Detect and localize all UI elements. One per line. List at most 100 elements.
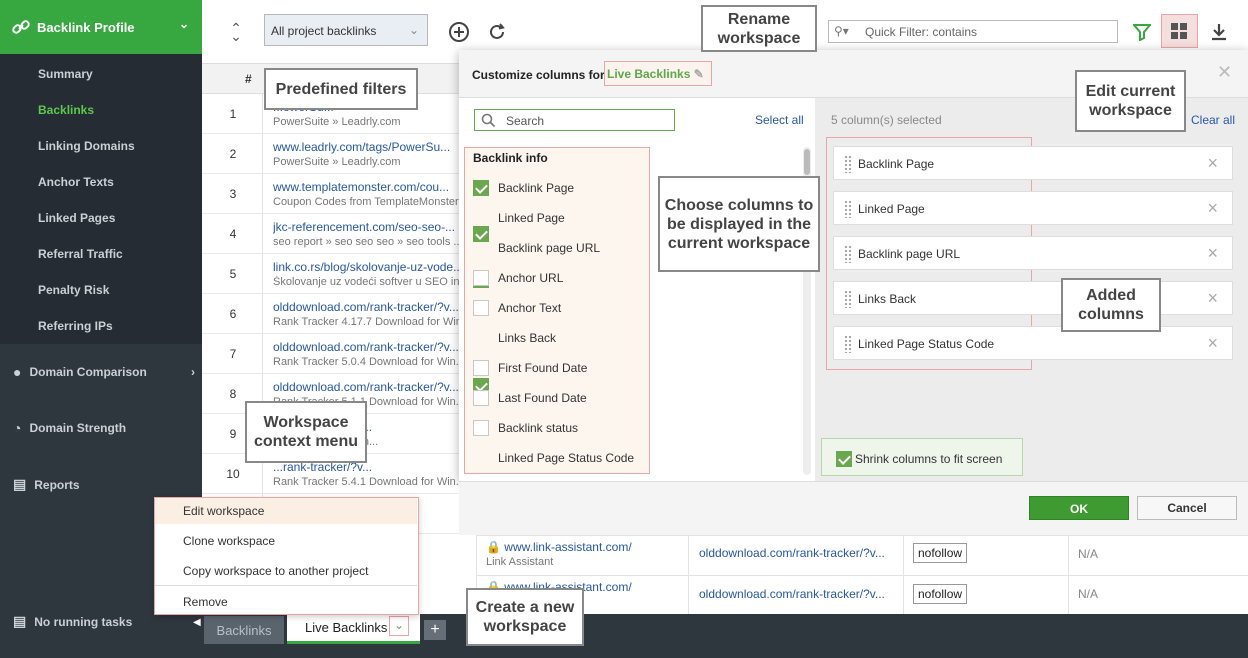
selected-column-item[interactable]: Backlink Page × bbox=[833, 146, 1233, 180]
nodes-icon: ● bbox=[13, 364, 22, 380]
drag-handle-icon[interactable] bbox=[844, 245, 852, 263]
backlink-title: seo report » seo seo seo » seo tools ... bbox=[273, 236, 459, 248]
select-all-link[interactable]: Select all bbox=[755, 113, 804, 127]
sidebar-header-backlink-profile[interactable]: Backlink Profile ⌄ bbox=[0, 0, 202, 54]
dialog-footer bbox=[459, 481, 1248, 535]
sidebar-section-label: Reports bbox=[34, 477, 80, 492]
menu-item-edit-workspace[interactable]: Edit workspace bbox=[183, 504, 264, 518]
workspace-name-editable[interactable]: Live Backlinks ✎ bbox=[604, 61, 712, 86]
column-header-number: # bbox=[245, 72, 252, 86]
sidebar-item-linked-pages[interactable]: Linked Pages bbox=[38, 211, 115, 225]
remove-column-icon[interactable]: × bbox=[1207, 243, 1218, 264]
column-checkbox[interactable] bbox=[473, 226, 489, 242]
gauge-icon: ◔ bbox=[13, 420, 22, 436]
download-icon[interactable] bbox=[1207, 20, 1231, 44]
selected-column-label: Links Back bbox=[858, 292, 917, 306]
sidebar-section-domain-comparison[interactable]: ● Domain Comparison › bbox=[13, 364, 203, 380]
add-icon[interactable] bbox=[447, 20, 471, 44]
sort-arrows-icon[interactable]: ⌃ ⌄ bbox=[224, 20, 248, 44]
target-url-link[interactable]: olddownload.com/rank-tracker/?v... bbox=[699, 546, 894, 560]
sidebar-item-summary[interactable]: Summary bbox=[38, 67, 93, 81]
column-option-label[interactable]: Linked Page Status Code bbox=[498, 451, 634, 465]
filter-funnel-icon[interactable] bbox=[1130, 20, 1154, 44]
column-option-label[interactable]: Anchor Text bbox=[498, 301, 561, 315]
selected-column-item[interactable]: Linked Page × bbox=[833, 191, 1233, 225]
drag-handle-icon[interactable] bbox=[844, 335, 852, 353]
sidebar-section-label: Domain Strength bbox=[29, 421, 127, 435]
column-option-label[interactable]: Linked Page bbox=[498, 211, 565, 225]
running-tasks-status[interactable]: ▤ No running tasks bbox=[13, 613, 132, 630]
column-option-label[interactable]: Backlink page URL bbox=[498, 241, 600, 255]
tab-menu-chevron-icon[interactable]: ⌄ bbox=[389, 616, 409, 636]
selected-column-item[interactable]: Linked Page Status Code × bbox=[833, 326, 1233, 360]
quick-filter-input[interactable]: ⚲▾ Quick Filter: contains bbox=[828, 20, 1118, 43]
callout-choose-columns: Choose columns to be displayed in the cu… bbox=[658, 176, 820, 272]
drag-handle-icon[interactable] bbox=[844, 200, 852, 218]
sidebar-item-backlinks[interactable]: Backlinks bbox=[38, 103, 94, 117]
column-option-label[interactable]: First Found Date bbox=[498, 361, 587, 375]
remove-column-icon[interactable]: × bbox=[1207, 288, 1218, 309]
shrink-checkbox[interactable] bbox=[836, 451, 852, 467]
sidebar-section-domain-strength[interactable]: ◔ Domain Strength bbox=[13, 420, 126, 436]
close-icon[interactable]: ✕ bbox=[1217, 62, 1232, 83]
column-search-input[interactable]: Search bbox=[474, 109, 675, 131]
menu-divider bbox=[155, 585, 417, 586]
add-tab-icon[interactable]: + bbox=[424, 620, 446, 640]
column-checkbox[interactable] bbox=[473, 360, 489, 376]
ok-button[interactable]: OK bbox=[1029, 496, 1129, 520]
row-number: 1 bbox=[229, 107, 237, 121]
clear-all-link[interactable]: Clear all bbox=[1191, 113, 1235, 127]
scrollbar-thumb[interactable] bbox=[804, 149, 810, 175]
backlink-url-link[interactable]: www.templatemonster.com/cou... bbox=[273, 180, 459, 194]
remove-column-icon[interactable]: × bbox=[1207, 333, 1218, 354]
backlink-url-link[interactable]: www.leadrly.com/tags/PowerSu... bbox=[273, 140, 459, 154]
dialog-title: Customize columns for bbox=[472, 68, 605, 82]
column-checkbox[interactable] bbox=[473, 390, 489, 406]
column-option-label[interactable]: Anchor URL bbox=[498, 271, 563, 285]
sidebar-item-penalty-risk[interactable]: Penalty Risk bbox=[38, 283, 109, 297]
row-number: 7 bbox=[229, 347, 237, 361]
source-url-link[interactable]: 🔒 www.link-assistant.com/ bbox=[486, 540, 681, 554]
backlink-title: Rank Tracker 4.17.7 Download for Win... bbox=[273, 316, 459, 328]
backlink-url-link[interactable]: olddownload.com/rank-tracker/?v... bbox=[273, 340, 459, 354]
target-url-link[interactable]: olddownload.com/rank-tracker/?v... bbox=[699, 587, 894, 601]
menu-item-remove[interactable]: Remove bbox=[183, 595, 228, 609]
remove-column-icon[interactable]: × bbox=[1207, 198, 1218, 219]
column-checkbox[interactable] bbox=[473, 300, 489, 316]
column-option-label[interactable]: Last Found Date bbox=[498, 391, 587, 405]
backlink-url-link[interactable]: olddownload.com/rank-tracker/?v... bbox=[273, 300, 459, 314]
sidebar-item-referring-ips[interactable]: Referring IPs bbox=[38, 319, 113, 333]
column-option-label[interactable]: Backlink status bbox=[498, 421, 578, 435]
predefined-filter-select[interactable]: All project backlinks ⌄ bbox=[264, 14, 428, 46]
scroll-left-icon[interactable]: ◀ bbox=[193, 617, 201, 628]
column-checkbox[interactable] bbox=[473, 420, 489, 436]
sidebar-item-linking-domains[interactable]: Linking Domains bbox=[38, 139, 135, 153]
sidebar-section-reports[interactable]: ▤ Reports bbox=[13, 476, 80, 493]
cancel-button[interactable]: Cancel bbox=[1137, 496, 1237, 520]
tab-backlinks[interactable]: Backlinks bbox=[204, 616, 284, 644]
column-checkbox[interactable] bbox=[473, 270, 489, 286]
refresh-icon[interactable] bbox=[485, 20, 509, 44]
workspace-grid-button[interactable] bbox=[1161, 14, 1198, 48]
menu-item-copy-workspace[interactable]: Copy workspace to another project bbox=[183, 564, 368, 578]
drag-handle-icon[interactable] bbox=[844, 290, 852, 308]
sidebar-item-anchor-texts[interactable]: Anchor Texts bbox=[38, 175, 114, 189]
sidebar-item-referral-traffic[interactable]: Referral Traffic bbox=[38, 247, 123, 261]
shrink-columns-option[interactable]: Shrink columns to fit screen bbox=[821, 438, 1023, 476]
column-option-label[interactable]: Backlink Page bbox=[498, 181, 574, 195]
callout-added-columns: Added columns bbox=[1061, 278, 1161, 332]
selected-column-item[interactable]: Links Back × bbox=[833, 281, 1233, 315]
menu-item-clone-workspace[interactable]: Clone workspace bbox=[183, 534, 275, 548]
backlink-url-link[interactable]: jkc-referencement.com/seo-seo-... bbox=[273, 220, 459, 234]
tab-label: Live Backlinks bbox=[305, 620, 388, 635]
selected-column-item[interactable]: Backlink page URL × bbox=[833, 236, 1233, 270]
drag-handle-icon[interactable] bbox=[844, 155, 852, 173]
sidebar-subnav bbox=[0, 54, 202, 344]
backlink-url-link[interactable]: link.co.rs/blog/skolovanje-uz-vode... bbox=[273, 260, 459, 274]
remove-column-icon[interactable]: × bbox=[1207, 153, 1218, 174]
callout-rename-workspace: Rename workspace bbox=[701, 5, 817, 52]
backlink-url-link[interactable]: olddownload.com/rank-tracker/?v... bbox=[273, 380, 459, 394]
pencil-icon[interactable]: ✎ bbox=[694, 67, 704, 81]
column-option-label[interactable]: Links Back bbox=[498, 331, 556, 345]
column-checkbox[interactable] bbox=[473, 180, 489, 196]
